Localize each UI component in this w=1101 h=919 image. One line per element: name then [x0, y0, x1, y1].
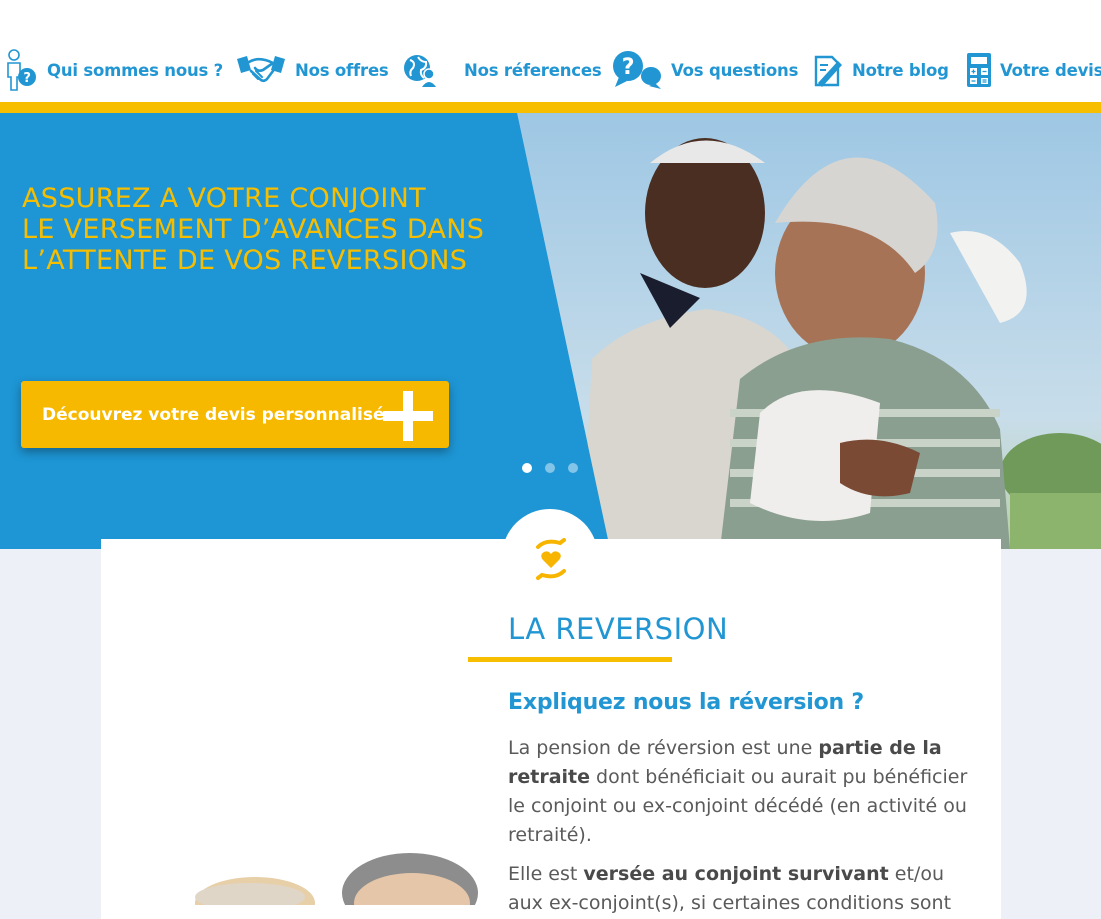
- nav-item-nos-references[interactable]: Nos réferences: [402, 44, 602, 96]
- nav-item-notre-blog[interactable]: Notre blog: [812, 44, 949, 96]
- hero-slider: ASSUREZ A VOTRE CONJOINT LE VERSEMENT D’…: [0, 113, 1101, 549]
- section-title: LA REVERSION: [508, 612, 729, 646]
- hero-title-line: ASSUREZ A VOTRE CONJOINT: [22, 183, 426, 214]
- hero-title: ASSUREZ A VOTRE CONJOINT LE VERSEMENT D’…: [22, 183, 542, 276]
- cta-label: Découvrez votre devis personnalisé: [42, 404, 385, 425]
- person-question-icon: ?: [7, 49, 36, 91]
- hero-title-line: L’ATTENTE DE VOS REVERSIONS: [22, 245, 468, 276]
- text: La pension de réversion est une: [508, 737, 819, 759]
- slider-dots: [522, 463, 578, 473]
- svg-text:?: ?: [622, 55, 635, 80]
- slider-dot-3[interactable]: [568, 463, 578, 473]
- plus-icon: [383, 391, 433, 441]
- hands-heart-icon: [536, 538, 566, 580]
- section-subtitle: Expliquez nous la réversion ?: [508, 690, 864, 715]
- couple-photo: [195, 853, 478, 905]
- document-pen-icon: [814, 55, 842, 87]
- globe-person-icon: [404, 55, 436, 87]
- nav-item-nos-offres[interactable]: Nos offres: [235, 44, 389, 96]
- bold-text: versée au conjoint survivant: [583, 863, 889, 885]
- nav-label: Vos questions: [671, 60, 799, 80]
- title-underline: [468, 657, 672, 662]
- hero-title-line: LE VERSEMENT D’AVANCES DANS: [22, 214, 485, 245]
- text: Elle est: [508, 863, 584, 885]
- section-badge: [502, 509, 598, 605]
- nav-label: Nos offres: [295, 60, 389, 80]
- nav-label: Nos réferences: [464, 60, 602, 80]
- nav-item-vos-questions[interactable]: ? Vos questions: [611, 44, 798, 96]
- calculator-icon: [967, 53, 991, 87]
- nav-label: Notre blog: [852, 60, 949, 80]
- question-bubbles-icon: ?: [613, 51, 661, 89]
- nav-divider: [0, 102, 1101, 113]
- slider-dot-2[interactable]: [545, 463, 555, 473]
- slider-dot-1[interactable]: [522, 463, 532, 473]
- nav-item-votre-devis[interactable]: Votre devis: [966, 44, 1101, 96]
- svg-text:?: ?: [23, 71, 30, 86]
- handshake-icon: [237, 56, 285, 83]
- paragraph-2: Elle est versée au conjoint survivant et…: [508, 860, 978, 918]
- nav-item-qui-sommes-nous[interactable]: ? Qui sommes nous ?: [5, 44, 223, 96]
- main-nav: ? Qui sommes nous ? Nos offres Nos réfer…: [0, 44, 1101, 102]
- paragraph-1: La pension de réversion est une partie d…: [508, 734, 978, 850]
- discover-quote-button[interactable]: Découvrez votre devis personnalisé: [21, 381, 449, 448]
- nav-label: Votre devis: [1000, 60, 1101, 80]
- nav-label: Qui sommes nous ?: [47, 60, 224, 80]
